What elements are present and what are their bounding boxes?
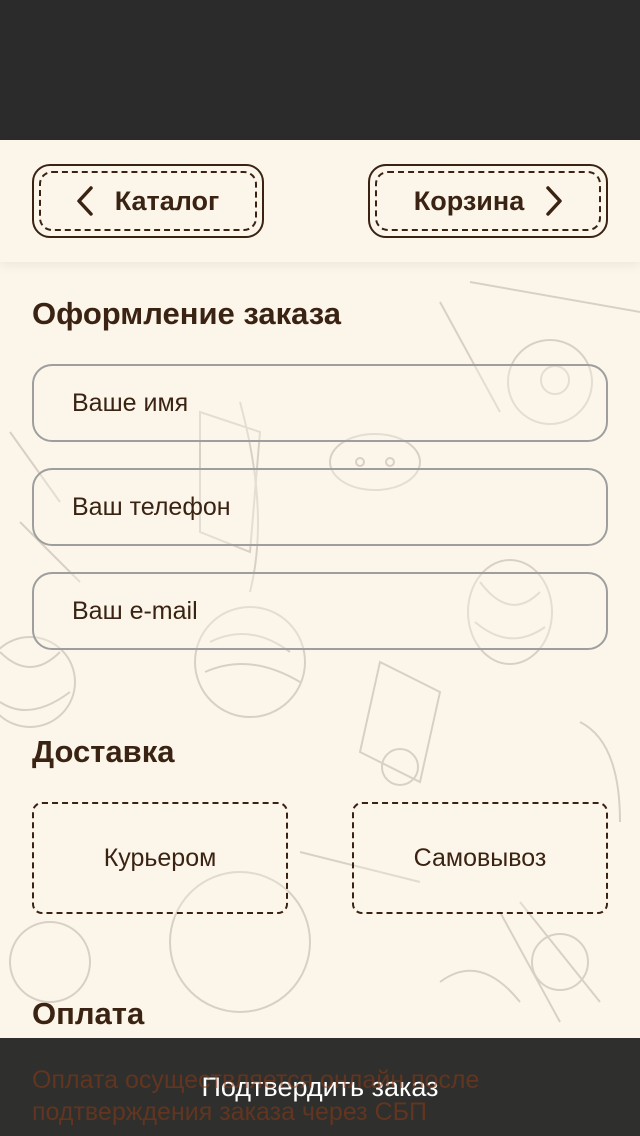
catalog-label: Каталог xyxy=(114,185,220,216)
status-bar xyxy=(0,0,640,140)
email-input[interactable] xyxy=(34,574,606,648)
phone-input[interactable] xyxy=(34,470,606,544)
name-field[interactable] xyxy=(32,364,608,442)
cart-button-inner: Корзина xyxy=(375,171,601,231)
chevron-left-icon xyxy=(76,186,93,216)
cart-button[interactable]: Корзина xyxy=(368,164,608,238)
delivery-option-pickup[interactable]: Самовывоз xyxy=(352,802,608,914)
order-title: Оформление заказа xyxy=(32,296,342,331)
cart-label: Корзина xyxy=(413,185,525,216)
delivery-title: Доставка xyxy=(32,734,175,769)
catalog-button-inner: Каталог xyxy=(39,171,257,231)
confirm-order-button[interactable]: Подтвердить заказ xyxy=(0,1038,640,1136)
delivery-option-courier[interactable]: Курьером xyxy=(32,802,288,914)
name-input[interactable] xyxy=(34,366,606,440)
order-form: Оформление заказа Доставка Курьером Само… xyxy=(0,262,640,1038)
catalog-button[interactable]: Каталог xyxy=(32,164,264,238)
top-nav: Каталог Корзина xyxy=(0,140,640,262)
phone-field[interactable] xyxy=(32,468,608,546)
email-field[interactable] xyxy=(32,572,608,650)
chevron-right-icon xyxy=(546,186,562,216)
payment-title: Оплата xyxy=(32,996,145,1031)
